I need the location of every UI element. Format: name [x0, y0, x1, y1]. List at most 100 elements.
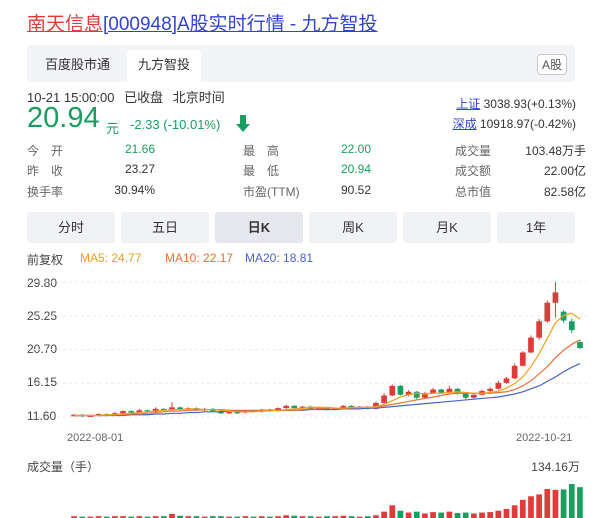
source-tab-bar: 百度股市通 九方智投 A股	[27, 45, 575, 82]
volume-bar	[169, 513, 175, 518]
volume-bar	[577, 487, 583, 518]
candle-body	[503, 378, 510, 383]
adjust-mode[interactable]: 前复权	[27, 251, 63, 268]
pe-label: 市盈(TTM)	[243, 185, 300, 199]
candle-body	[283, 405, 290, 409]
timezone-label: 北京时间	[172, 90, 225, 105]
volume-chart[interactable]	[0, 478, 596, 518]
period-tabs: 分时 五日 日K 周K 月K 1年	[27, 212, 575, 243]
market-cap-value: 82.58亿	[543, 185, 586, 199]
low-label: 最 低	[243, 164, 280, 178]
prev-close-label: 昨 收	[27, 164, 64, 178]
arrow-down-icon	[236, 115, 250, 132]
candle-body	[536, 321, 542, 338]
x-tick-label: 2022-10-21	[516, 432, 573, 444]
candle-body	[226, 411, 232, 414]
index-shanghai-name[interactable]: 上证	[456, 97, 480, 111]
tab-monthly-k[interactable]: 月K	[403, 212, 491, 243]
candle-body	[544, 302, 551, 322]
volume-bar	[519, 499, 526, 518]
high-label: 最 高	[243, 144, 280, 158]
candle-body	[552, 292, 559, 303]
volume-bar	[495, 510, 502, 518]
volume-bar	[544, 488, 551, 518]
candle-body	[381, 395, 387, 403]
turnover-value: 30.94%	[114, 183, 155, 197]
index-shenzhen-name[interactable]: 深成	[453, 117, 477, 131]
tab-intraday[interactable]: 分时	[27, 212, 115, 243]
amount-label: 成交额	[455, 164, 492, 178]
volume-bar	[438, 512, 445, 518]
volume-bar	[552, 489, 559, 518]
volume-bar	[560, 489, 567, 518]
index-shanghai-value: 3038.93(+0.13%)	[483, 97, 576, 111]
candle-body	[487, 388, 494, 392]
tab-daily-k[interactable]: 日K	[215, 212, 303, 243]
volume-bar	[511, 505, 518, 518]
tab-five-day[interactable]: 五日	[121, 212, 209, 243]
volume-bar	[446, 511, 453, 518]
candle-body	[528, 337, 534, 353]
volume-bar	[528, 496, 534, 518]
volume-bar	[568, 484, 575, 518]
tab-weekly-k[interactable]: 周K	[309, 212, 397, 243]
candle-body	[389, 385, 396, 396]
volume-bar	[471, 513, 477, 518]
open-value: 21.66	[124, 142, 155, 156]
ma10-line	[74, 339, 581, 417]
candle-body	[471, 394, 477, 398]
price-change: -2.33 (-10.01%)	[130, 117, 221, 132]
volume-bar	[462, 512, 469, 518]
index-shenzhen[interactable]: 深成 10918.97(-0.42%)	[453, 115, 576, 132]
candlestick-chart[interactable]	[0, 272, 596, 432]
volume-bar	[405, 512, 412, 518]
candle-body	[291, 405, 298, 409]
tab-jiufang[interactable]: 九方智投	[127, 50, 202, 82]
high-value: 22.00	[340, 142, 371, 156]
pe-value: 90.52	[340, 183, 371, 197]
candle-body	[454, 388, 461, 394]
title-stock-code[interactable]: [000948]	[103, 14, 177, 35]
volume-bar	[430, 512, 436, 518]
candle-body	[495, 382, 502, 389]
ma20-legend: MA20: 18.81	[245, 251, 314, 265]
tab-one-year[interactable]: 1年	[497, 212, 575, 243]
candle-body	[128, 411, 135, 413]
candle-body	[397, 385, 404, 395]
turnover-label: 换手率	[27, 185, 64, 199]
title-suffix[interactable]: A股实时行情 - 九方智投	[177, 14, 378, 35]
volume-value: 103.48万手	[525, 144, 586, 158]
page-title[interactable]: 南天信息[000948]A股实时行情 - 九方智投	[27, 9, 378, 36]
title-stock-name[interactable]: 南天信息	[27, 14, 103, 35]
ma10-legend: MA10: 22.17	[165, 251, 234, 265]
index-shanghai[interactable]: 上证 3038.93(+0.13%)	[456, 95, 576, 112]
amount-value: 22.00亿	[543, 164, 586, 178]
volume-bar	[381, 511, 387, 518]
candle-body	[519, 352, 526, 366]
volume-bar	[479, 512, 485, 518]
volume-max-label: 134.16万	[531, 460, 580, 474]
index-shenzhen-value: 10918.97(-0.42%)	[479, 117, 576, 131]
open-label: 今 开	[27, 144, 64, 158]
candle-body	[120, 411, 126, 414]
tab-baidu[interactable]: 百度股市通	[33, 50, 122, 82]
candle-body	[511, 365, 518, 379]
candle-body	[577, 342, 583, 349]
price-unit: 元	[106, 121, 120, 136]
candle-body	[438, 389, 445, 393]
low-value: 20.94	[340, 162, 371, 176]
market-cap-label: 总市值	[455, 185, 492, 199]
market-state: 已收盘	[124, 90, 164, 105]
candle-body	[462, 393, 469, 398]
volume-bar	[454, 513, 461, 518]
volume-bar	[536, 494, 542, 518]
ma5-line	[74, 312, 581, 417]
ma5-legend: MA5: 24.77	[80, 251, 142, 265]
volume-bar	[487, 512, 494, 518]
volume-bar	[389, 505, 396, 518]
volume-bar	[413, 511, 420, 518]
prev-close-value: 23.27	[124, 162, 155, 176]
market-badge: A股	[536, 54, 567, 75]
volume-bar	[397, 510, 404, 518]
volume-bar	[503, 508, 510, 518]
